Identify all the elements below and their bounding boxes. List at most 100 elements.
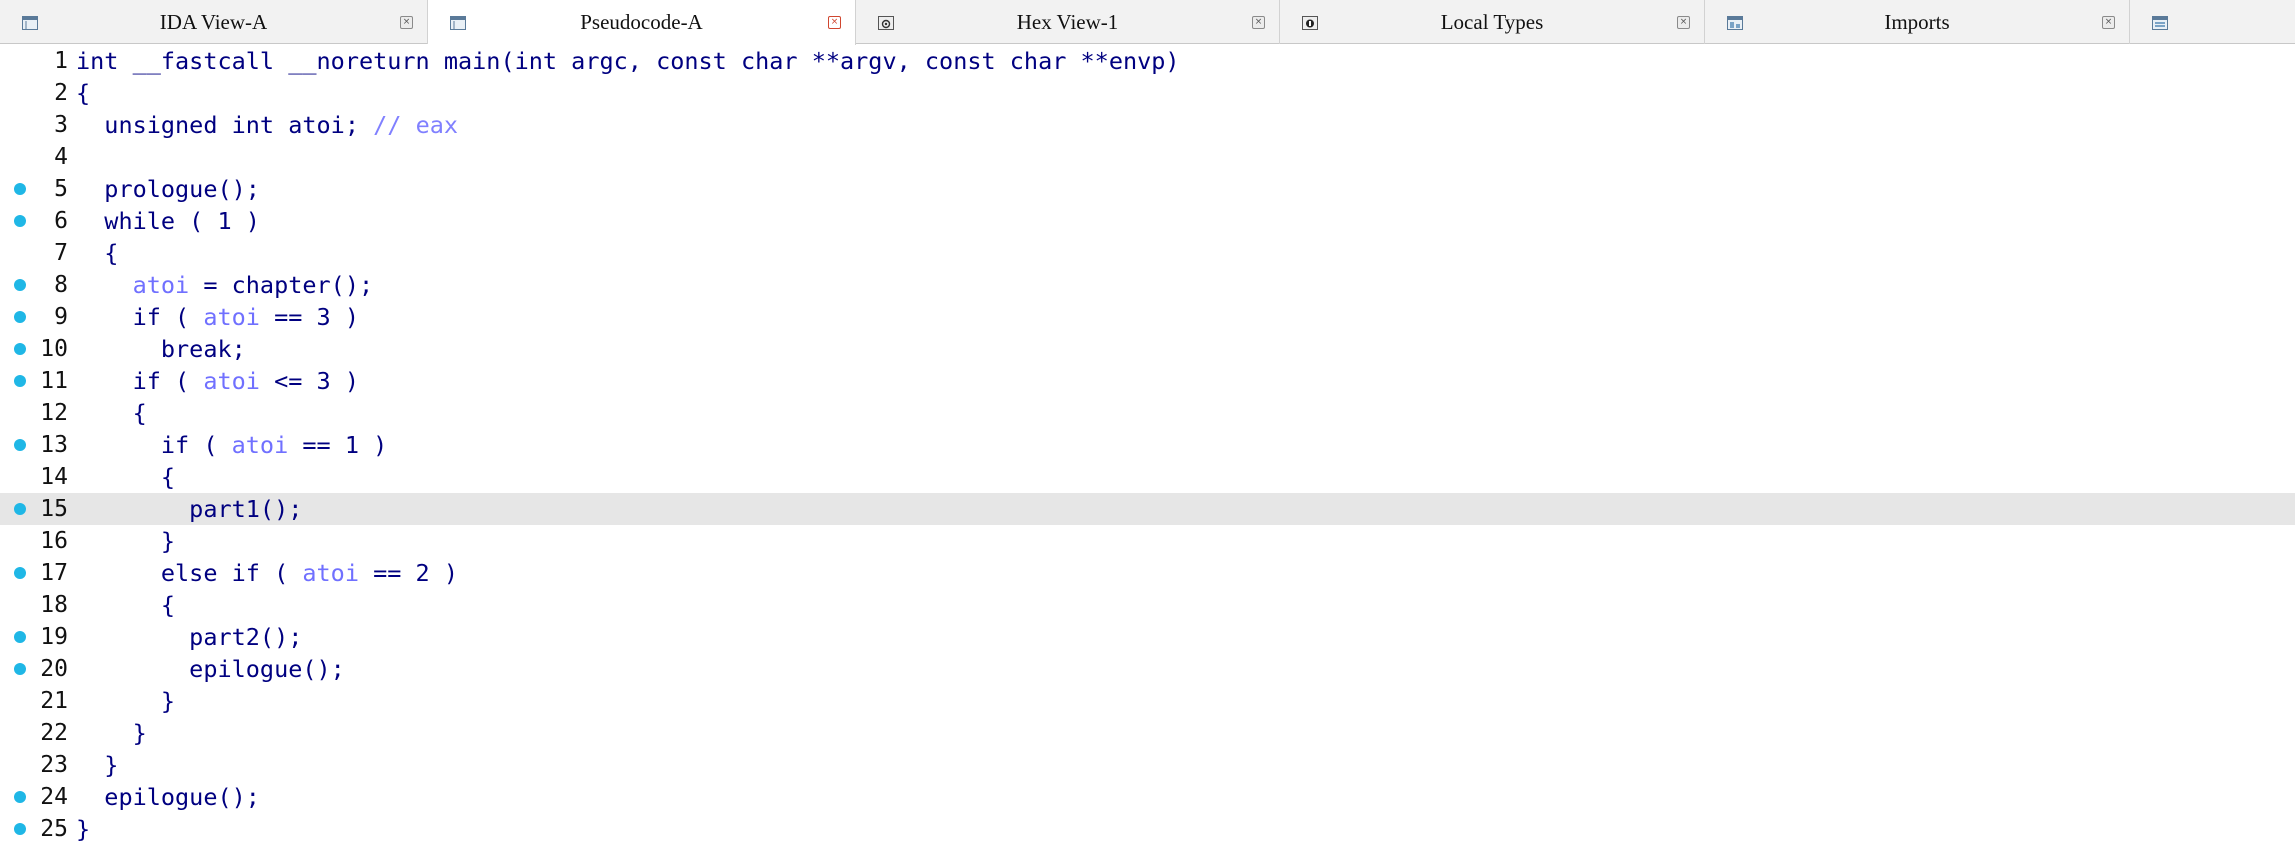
- line-number: 17: [40, 560, 68, 586]
- code-token: }: [76, 719, 147, 747]
- code-token: else if (: [76, 559, 303, 587]
- line-number: 1: [54, 48, 68, 74]
- code-token: <= 3 ): [259, 367, 359, 395]
- tab-hex-view-1[interactable]: Hex View-1 ×: [856, 0, 1280, 44]
- code-text: {: [76, 463, 175, 491]
- code-text: part2();: [76, 623, 302, 651]
- variable-token: atoi: [302, 559, 359, 587]
- tab-overflow[interactable]: [2130, 0, 2295, 44]
- code-text: prologue();: [76, 175, 260, 203]
- line-number: 19: [40, 624, 68, 650]
- code-line[interactable]: 6 while ( 1 ): [0, 205, 2295, 237]
- code-token: {: [76, 591, 176, 619]
- code-line[interactable]: 9 if ( atoi == 3 ): [0, 301, 2295, 333]
- code-line[interactable]: 20 epilogue();: [0, 653, 2295, 685]
- close-icon[interactable]: ×: [828, 16, 841, 29]
- tab-label: Hex View-1: [1016, 10, 1119, 34]
- code-token: == 3 ): [259, 303, 359, 331]
- line-number: 10: [40, 336, 68, 362]
- code-line[interactable]: 13 if ( atoi == 1 ): [0, 429, 2295, 461]
- code-token: == 2 ): [358, 559, 459, 587]
- code-text: }: [76, 751, 118, 779]
- code-token: }: [76, 527, 176, 555]
- line-number: 18: [40, 592, 68, 618]
- code-text: }: [76, 527, 175, 555]
- close-icon[interactable]: ×: [1252, 16, 1265, 29]
- code-token: epilogue();: [76, 655, 345, 683]
- line-number: 9: [54, 304, 68, 330]
- variable-token: atoi: [203, 367, 260, 395]
- code-line[interactable]: 18 {: [0, 589, 2295, 621]
- code-line[interactable]: 8 atoi = chapter();: [0, 269, 2295, 301]
- code-token: {: [76, 79, 91, 107]
- comment-token: // eax: [373, 111, 459, 139]
- code-token: while ( 1 ): [76, 207, 260, 235]
- tab-label: Imports: [1884, 10, 1950, 34]
- code-text: if ( atoi == 1 ): [76, 431, 387, 459]
- tab-bar: IDA View-A × Pseudocode-A × Hex View-1 ×…: [0, 0, 2295, 45]
- line-number: 7: [54, 240, 68, 266]
- tab-local-types[interactable]: Local Types ×: [1280, 0, 1705, 44]
- line-number: 22: [40, 720, 68, 746]
- variable-token: atoi: [231, 431, 289, 459]
- code-token: {: [76, 463, 176, 491]
- line-number: 11: [40, 368, 68, 394]
- code-line[interactable]: 1 int __fastcall __noreturn main(int argc…: [0, 45, 2295, 77]
- code-line[interactable]: 24 epilogue();: [0, 781, 2295, 813]
- code-line[interactable]: 23 }: [0, 749, 2295, 781]
- code-line[interactable]: 19 part2();: [0, 621, 2295, 653]
- close-icon[interactable]: ×: [2102, 16, 2115, 29]
- pseudocode-editor[interactable]: 1 int __fastcall __noreturn main(int argc…: [0, 45, 2295, 857]
- code-text: epilogue();: [76, 655, 345, 683]
- code-line[interactable]: 17 else if ( atoi == 2 ): [0, 557, 2295, 589]
- code-text: atoi = chapter();: [76, 271, 374, 299]
- code-text: unsigned int atoi; // eax: [76, 111, 458, 139]
- line-number: 12: [40, 400, 68, 426]
- code-line[interactable]: 2{: [0, 77, 2295, 109]
- tab-pseudocode-a[interactable]: Pseudocode-A ×: [428, 0, 856, 45]
- code-text: break;: [76, 335, 246, 363]
- line-number: 20: [40, 656, 68, 682]
- code-line[interactable]: 15 part1();: [0, 493, 2295, 525]
- code-text: part1();: [76, 495, 302, 523]
- tab-label: Pseudocode-A: [580, 10, 703, 34]
- code-token: }: [76, 815, 91, 843]
- code-line[interactable]: 10 break;: [0, 333, 2295, 365]
- line-number: 23: [40, 752, 68, 778]
- code-token: epilogue();: [76, 783, 260, 811]
- tab-label: IDA View-A: [159, 10, 268, 34]
- line-number: 21: [40, 688, 68, 714]
- tab-imports[interactable]: Imports ×: [1705, 0, 2130, 44]
- code-token: }: [76, 687, 176, 715]
- line-number: 8: [54, 272, 68, 298]
- code-token: = chapter();: [189, 271, 374, 299]
- code-token: if (: [76, 303, 204, 331]
- close-icon[interactable]: ×: [400, 16, 413, 29]
- code-line[interactable]: 3 unsigned int atoi; // eax: [0, 109, 2295, 141]
- line-number: 13: [40, 432, 68, 458]
- code-line[interactable]: 11 if ( atoi <= 3 ): [0, 365, 2295, 397]
- code-token: prologue();: [76, 175, 260, 203]
- code-token: {: [76, 239, 119, 267]
- code-line[interactable]: 14 {: [0, 461, 2295, 493]
- code-line[interactable]: 25}: [0, 813, 2295, 845]
- code-line[interactable]: 7 {: [0, 237, 2295, 269]
- code-text: {: [76, 79, 90, 107]
- line-number: 2: [54, 80, 68, 106]
- code-line[interactable]: 4: [0, 141, 2295, 173]
- exports-icon: [2152, 15, 2168, 30]
- code-token: part2();: [76, 623, 303, 651]
- code-line[interactable]: 21 }: [0, 685, 2295, 717]
- code-token: break;: [76, 335, 246, 363]
- code-line[interactable]: 12 {: [0, 397, 2295, 429]
- close-icon[interactable]: ×: [1677, 16, 1690, 29]
- tab-ida-view-a[interactable]: IDA View-A ×: [0, 0, 428, 44]
- code-line[interactable]: 22 }: [0, 717, 2295, 749]
- code-line[interactable]: 5 prologue();: [0, 173, 2295, 205]
- code-token: int __fastcall __noreturn main(int argc,…: [76, 47, 1180, 75]
- code-token: part1();: [76, 495, 303, 523]
- code-line[interactable]: 16 }: [0, 525, 2295, 557]
- code-text: {: [76, 591, 175, 619]
- code-text: {: [76, 239, 118, 267]
